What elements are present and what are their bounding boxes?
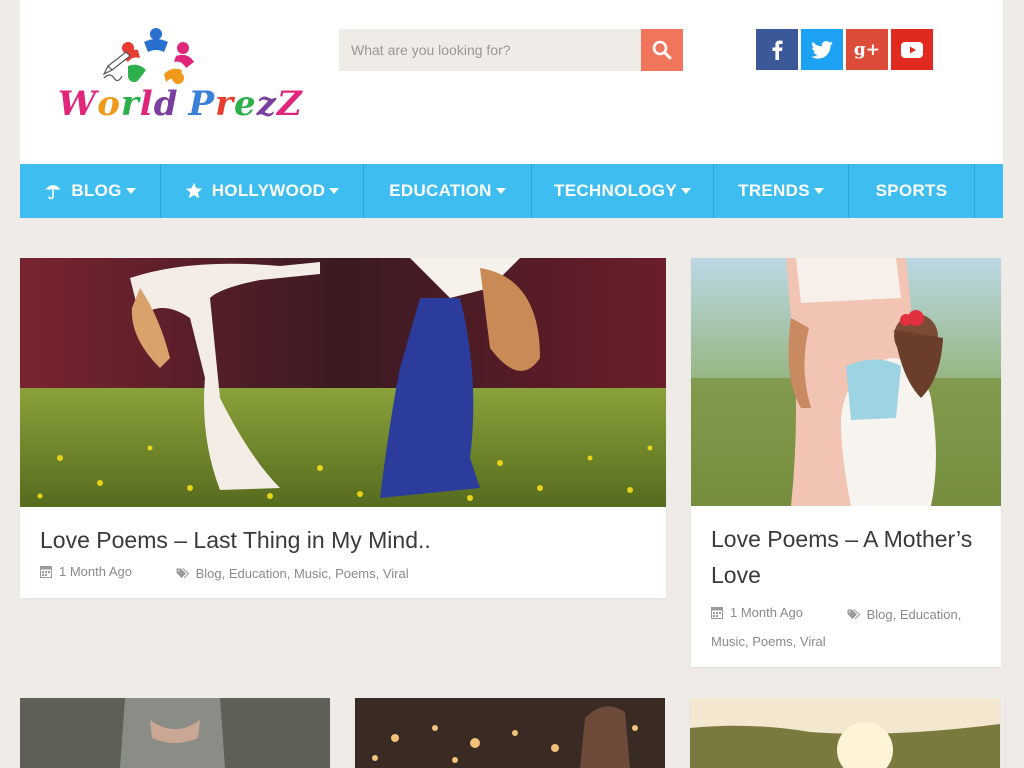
post-card bbox=[20, 698, 330, 768]
caret-down-icon bbox=[813, 187, 824, 195]
tag-link[interactable]: Poems bbox=[335, 566, 375, 581]
logo-letter: d bbox=[153, 84, 179, 124]
post-date-text: 1 Month Ago bbox=[730, 605, 803, 620]
search-form bbox=[339, 29, 683, 71]
nav-item-trends[interactable]: TRENDS bbox=[714, 164, 849, 218]
calendar-icon bbox=[40, 566, 52, 578]
post-thumbnail[interactable] bbox=[690, 698, 1000, 768]
search-icon bbox=[652, 40, 672, 60]
social-links: g+ bbox=[756, 29, 933, 70]
page-wrapper: World PrezZ What are you looking for? g+… bbox=[20, 0, 1003, 768]
calendar-icon bbox=[711, 607, 723, 619]
logo-letter: o bbox=[97, 84, 121, 124]
post-card: Love Poems – A Mother’s Love 1 Month Ago… bbox=[691, 258, 1001, 667]
post-card bbox=[690, 698, 1000, 768]
tag-link[interactable]: Education bbox=[900, 607, 958, 622]
nav-item-blog[interactable]: BLOG bbox=[20, 164, 161, 218]
logo-letter: Z bbox=[276, 84, 303, 124]
tag-link[interactable]: Music bbox=[711, 634, 745, 649]
caret-down-icon bbox=[329, 187, 340, 195]
google-plus-button[interactable]: g+ bbox=[846, 29, 888, 70]
post-thumbnail[interactable] bbox=[691, 258, 1001, 506]
post-date: 1 Month Ago bbox=[40, 558, 132, 585]
caret-down-icon bbox=[495, 187, 506, 195]
star-icon bbox=[185, 182, 203, 200]
nav-label: BLOG bbox=[71, 181, 122, 200]
post-title[interactable]: Love Poems – A Mother’s Love bbox=[711, 521, 985, 593]
logo-letter: l bbox=[139, 84, 154, 124]
nav-item-education[interactable]: EDUCATION bbox=[364, 164, 532, 218]
tag-link[interactable]: Education bbox=[229, 566, 287, 581]
logo-letter: e bbox=[234, 84, 257, 124]
post-date-text: 1 Month Ago bbox=[59, 564, 132, 579]
google-plus-icon: g+ bbox=[853, 39, 881, 60]
logo-letter: z bbox=[256, 84, 277, 124]
post-meta: 1 Month Ago Blog, Education, Music, Poem… bbox=[711, 599, 987, 655]
post-card: Love Poems – Last Thing in My Mind.. 1 M… bbox=[20, 258, 666, 598]
twitter-button[interactable] bbox=[801, 29, 843, 70]
tags-icon bbox=[176, 568, 189, 579]
post-thumbnail[interactable] bbox=[20, 698, 330, 768]
search-input[interactable] bbox=[339, 29, 641, 71]
site-header: World PrezZ What are you looking for? g+ bbox=[20, 0, 1003, 164]
logo-wordmark: World PrezZ bbox=[58, 84, 303, 124]
main-navigation: BLOG HOLLYWOOD EDUCATION TECHNOLOGY TREN… bbox=[20, 164, 1003, 218]
nav-item-hollywood[interactable]: HOLLYWOOD bbox=[161, 164, 364, 218]
post-tags: Blog, Education, Music, Poems, Viral bbox=[176, 566, 409, 581]
post-meta: 1 Month Ago Blog, Education, Music, Poem… bbox=[40, 558, 652, 587]
nav-label: SPORTS bbox=[875, 181, 948, 200]
post-card bbox=[355, 698, 665, 768]
logo-letter: W bbox=[58, 84, 98, 124]
youtube-button[interactable] bbox=[891, 29, 933, 70]
post-title[interactable]: Love Poems – Last Thing in My Mind.. bbox=[40, 522, 650, 558]
nav-item-technology[interactable]: TECHNOLOGY bbox=[532, 164, 714, 218]
nav-label: TECHNOLOGY bbox=[554, 181, 677, 200]
nav-label: TRENDS bbox=[738, 181, 810, 200]
tag-link[interactable]: Blog bbox=[867, 607, 893, 622]
post-thumbnail[interactable] bbox=[20, 258, 666, 507]
twitter-icon bbox=[811, 40, 833, 59]
logo-letter: P bbox=[188, 84, 216, 124]
logo-letter: r bbox=[215, 84, 234, 124]
post-date: 1 Month Ago bbox=[711, 599, 803, 626]
facebook-icon bbox=[772, 40, 783, 60]
caret-down-icon bbox=[680, 187, 691, 195]
site-logo[interactable]: World PrezZ bbox=[56, 26, 302, 132]
tag-link[interactable]: Music bbox=[294, 566, 328, 581]
logo-letter: r bbox=[120, 84, 140, 124]
tags-icon bbox=[847, 609, 860, 620]
logo-emblem bbox=[102, 28, 194, 84]
post-thumbnail[interactable] bbox=[355, 698, 665, 768]
tag-link[interactable]: Viral bbox=[383, 566, 409, 581]
umbrella-icon bbox=[44, 182, 62, 200]
tag-link[interactable]: Blog bbox=[196, 566, 222, 581]
search-button[interactable] bbox=[641, 29, 683, 71]
facebook-button[interactable] bbox=[756, 29, 798, 70]
tag-link[interactable]: Poems bbox=[752, 634, 792, 649]
caret-down-icon bbox=[125, 187, 136, 195]
youtube-icon bbox=[901, 41, 923, 58]
nav-item-sports[interactable]: SPORTS bbox=[849, 164, 975, 218]
nav-label: EDUCATION bbox=[389, 181, 492, 200]
tag-link[interactable]: Viral bbox=[800, 634, 826, 649]
nav-label: HOLLYWOOD bbox=[211, 181, 326, 200]
